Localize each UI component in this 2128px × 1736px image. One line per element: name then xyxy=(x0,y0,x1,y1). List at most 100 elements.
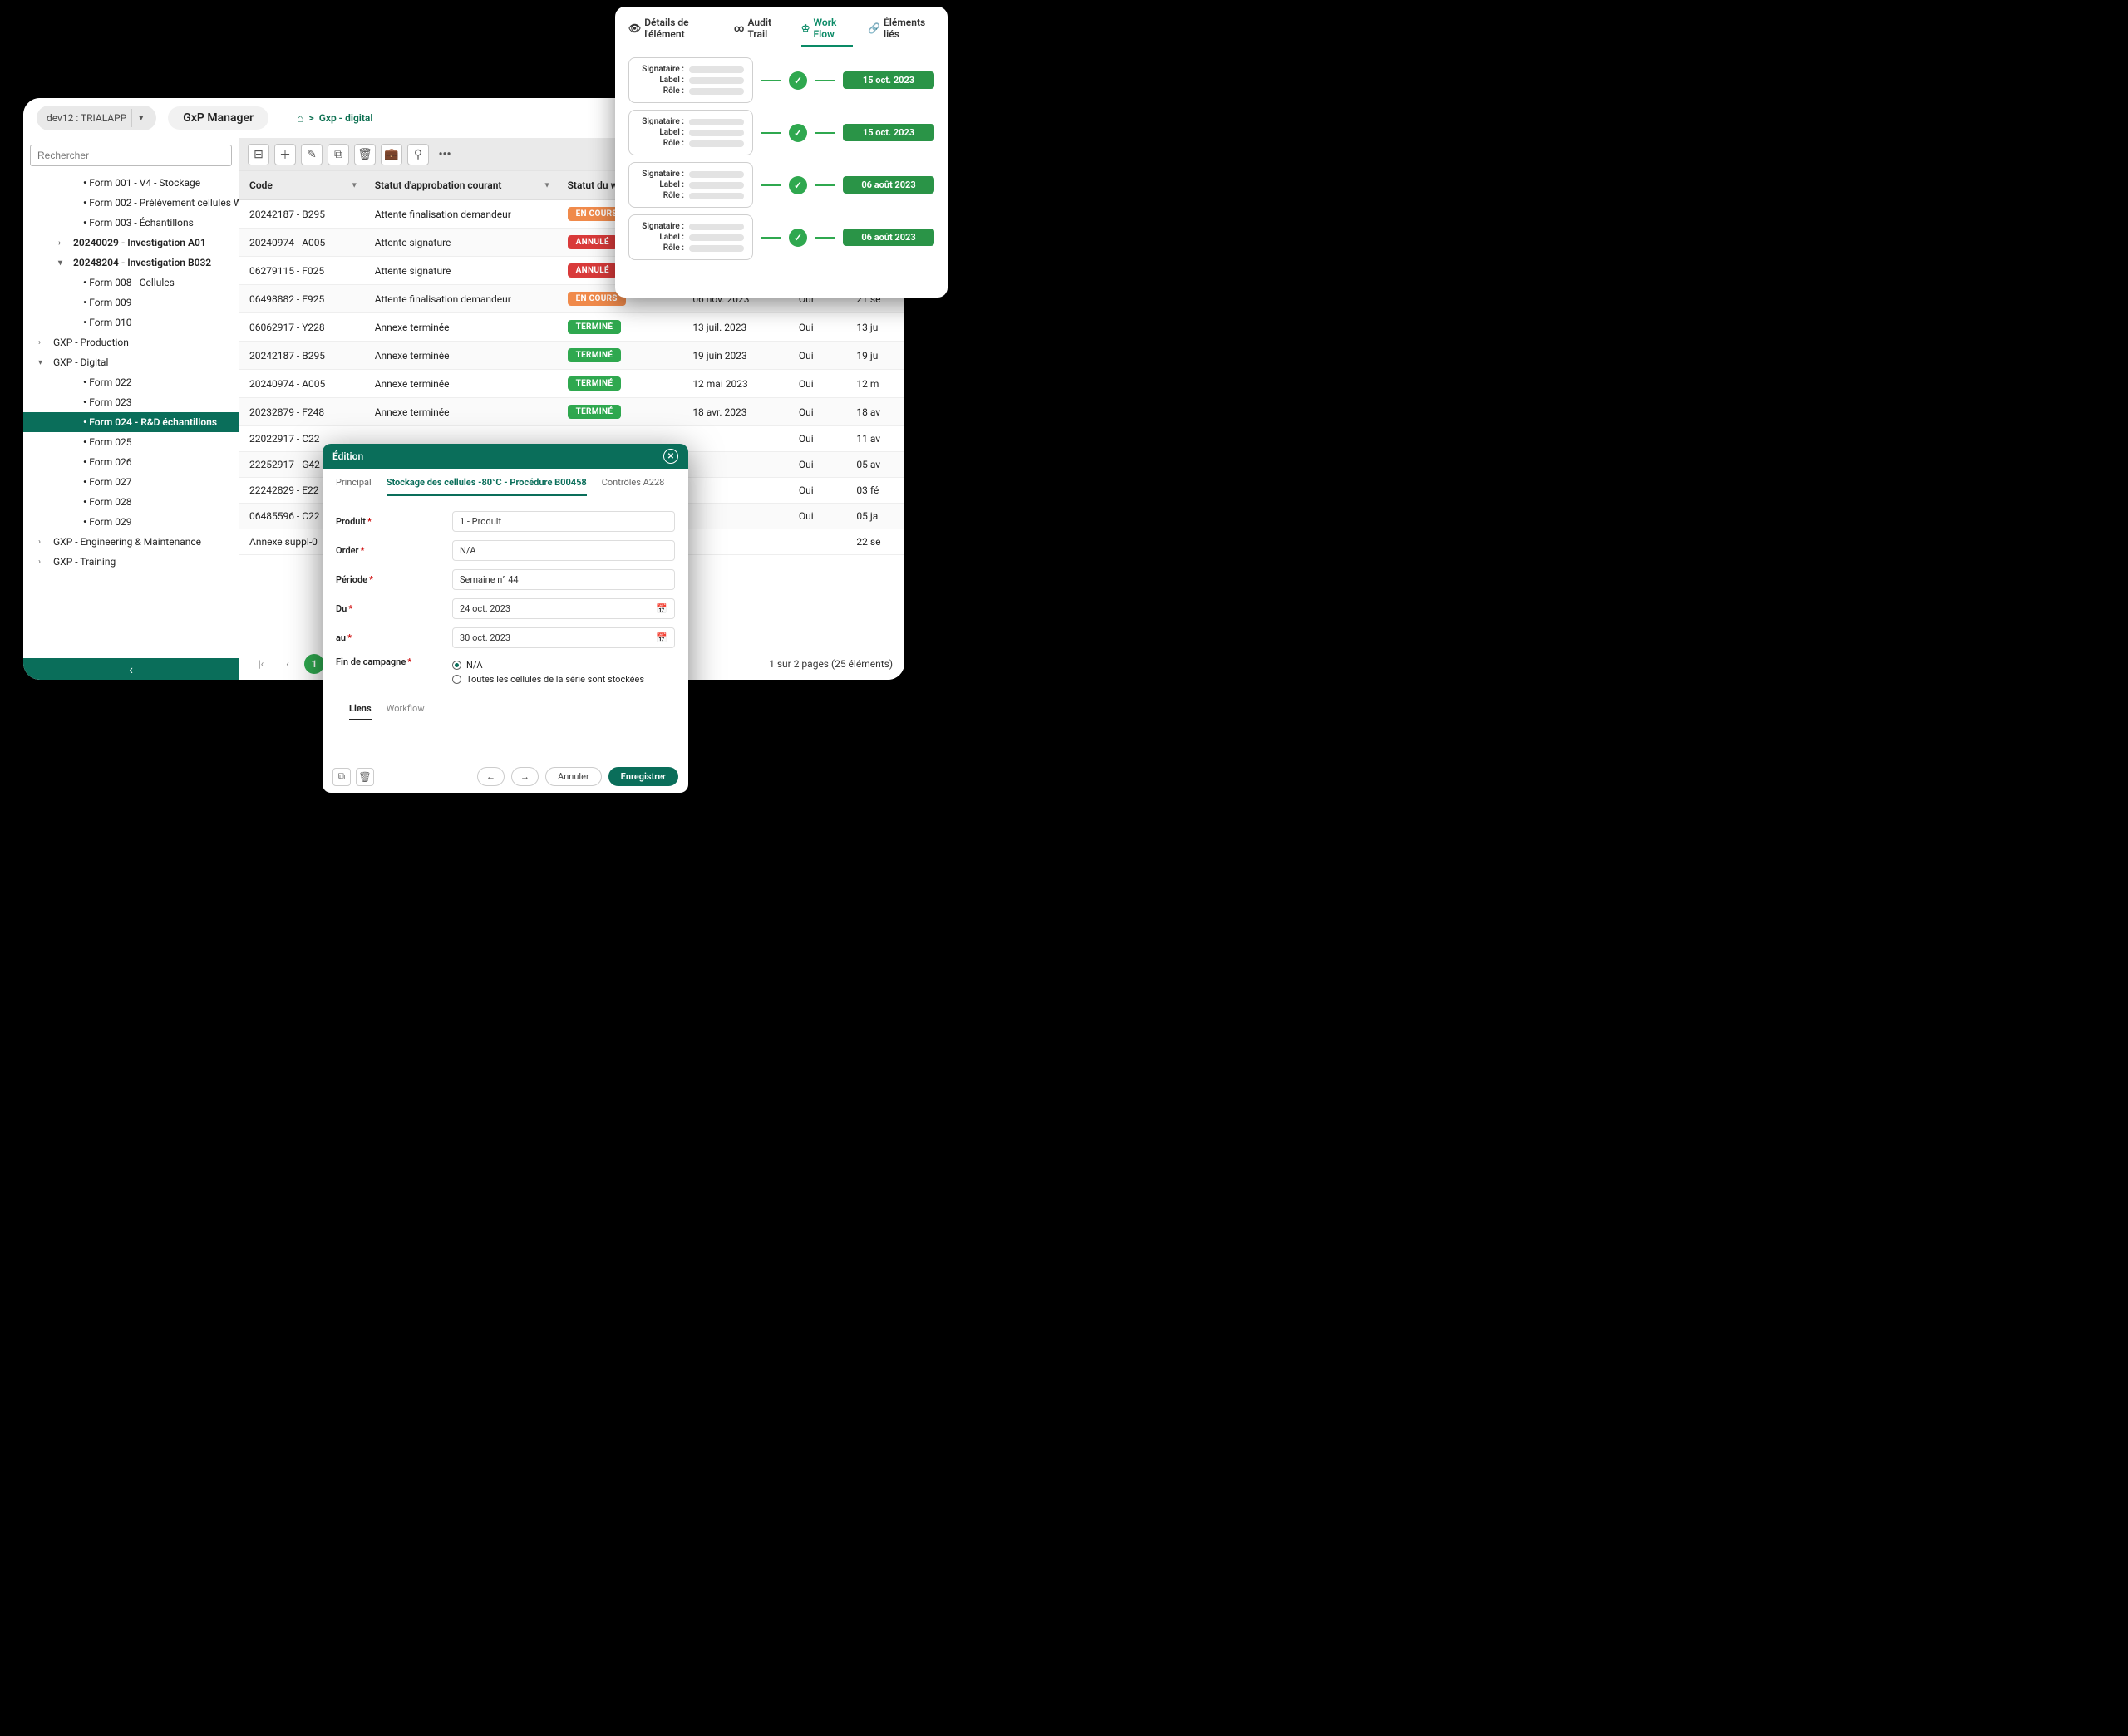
input-order[interactable]: N/A xyxy=(452,540,675,561)
radio-icon xyxy=(452,661,461,670)
cancel-button[interactable]: Annuler xyxy=(545,767,602,786)
filter-icon[interactable]: ▼ xyxy=(351,181,358,190)
sidebar-item[interactable]: Form 002 - Prélèvement cellules W597 xyxy=(23,193,239,213)
sidebar-item[interactable]: ›GXP - Training xyxy=(23,552,239,572)
sidebar-item[interactable]: Form 028 xyxy=(23,492,239,512)
workflow-date: 15 oct. 2023 xyxy=(843,71,934,89)
calendar-icon[interactable]: 📅 xyxy=(656,603,667,614)
sidebar-item[interactable]: Form 026 xyxy=(23,452,239,472)
breadcrumb-path[interactable]: Gxp - digital xyxy=(319,112,373,124)
radio-fin-na[interactable]: N/A xyxy=(452,660,675,671)
toolbar-button[interactable]: ⧉ xyxy=(328,144,349,165)
save-button[interactable]: Enregistrer xyxy=(608,767,678,786)
radio-icon xyxy=(452,675,461,684)
sidebar-item[interactable]: Form 010 xyxy=(23,312,239,332)
sidebar-item[interactable]: Form 023 xyxy=(23,392,239,412)
chevron-down-icon: ▾ xyxy=(131,109,150,127)
th-appro[interactable]: Statut d'approbation courant▼ xyxy=(365,171,558,200)
home-icon[interactable]: ⌂ xyxy=(297,111,303,125)
table-row[interactable]: 20242187 - B295Annexe terminéeTERMINÉ19 … xyxy=(239,342,904,370)
filter-icon[interactable]: ▼ xyxy=(544,181,551,190)
workflow-step: Signataire :Label :Rôle :✓15 oct. 2023 xyxy=(628,110,934,155)
toolbar-button[interactable]: ⊟ xyxy=(248,144,269,165)
chevron-icon: ▾ xyxy=(58,258,70,268)
workflow-card: Signataire :Label :Rôle : xyxy=(628,214,753,260)
env-selector[interactable]: dev12 : TRIALAPP ▾ xyxy=(37,106,156,130)
workflow-card: Signataire :Label :Rôle : xyxy=(628,57,753,103)
toolbar-button[interactable]: 🗑 xyxy=(354,144,376,165)
app-logo: GxP Manager xyxy=(168,106,268,130)
status-badge: TERMINÉ xyxy=(568,348,622,362)
delete-icon[interactable]: 🗑 xyxy=(356,768,374,786)
copy-icon[interactable]: ⧉ xyxy=(332,768,351,786)
prev-button[interactable]: ← xyxy=(477,767,505,786)
tab-links[interactable]: 🔗Éléments liés xyxy=(868,17,934,40)
chevron-icon: › xyxy=(38,538,50,547)
input-du[interactable]: 24 oct. 2023📅 xyxy=(452,598,675,619)
toolbar-button[interactable]: 💼 xyxy=(381,144,402,165)
sidebar-item[interactable]: ▾GXP - Digital xyxy=(23,352,239,372)
toolbar-button[interactable]: ⚲ xyxy=(407,144,429,165)
sidebar-item[interactable]: Form 022 xyxy=(23,372,239,392)
sidebar-item[interactable]: Form 001 - V4 - Stockage xyxy=(23,173,239,193)
modal-tab-controles[interactable]: Contrôles A228 xyxy=(602,477,665,496)
sidebar-item[interactable]: ▾20248204 - Investigation B032 xyxy=(23,253,239,273)
toolbar-button[interactable]: ✎ xyxy=(301,144,323,165)
sidebar: Form 001 - V4 - StockageForm 002 - Prélè… xyxy=(23,138,239,680)
table-row[interactable]: 20240974 - A005Annexe terminéeTERMINÉ12 … xyxy=(239,370,904,398)
flow-icon: ♔ xyxy=(801,22,810,34)
input-produit[interactable]: 1 - Produit xyxy=(452,511,675,532)
calendar-icon[interactable]: 📅 xyxy=(656,632,667,643)
label-order: Order* xyxy=(336,545,452,556)
workflow-date: 06 août 2023 xyxy=(843,176,934,194)
sidebar-item[interactable]: Form 009 xyxy=(23,293,239,312)
subtab-liens[interactable]: Liens xyxy=(349,703,372,720)
sidebar-item[interactable]: Form 029 xyxy=(23,512,239,532)
modal-tab-principal[interactable]: Principal xyxy=(336,477,372,496)
workflow-step: Signataire :Label :Rôle : ✓ 06 août 2023 xyxy=(628,162,934,208)
input-au[interactable]: 30 oct. 2023📅 xyxy=(452,627,675,648)
chevron-icon: › xyxy=(58,239,70,248)
label-du: Du* xyxy=(336,603,452,614)
workflow-step: Signataire :Label :Rôle :✓06 août 2023 xyxy=(628,214,934,260)
next-button[interactable]: → xyxy=(511,767,539,786)
modal-header: Édition ✕ xyxy=(323,444,688,469)
close-icon[interactable]: ✕ xyxy=(663,449,678,464)
tab-details[interactable]: 👁Détails de l'élément xyxy=(628,17,719,40)
table-row[interactable]: 20232879 - F248Annexe terminéeTERMINÉ18 … xyxy=(239,398,904,426)
breadcrumb-sep: > xyxy=(308,112,313,124)
check-icon: ✓ xyxy=(789,229,807,247)
workflow-card: Signataire :Label :Rôle : xyxy=(628,162,753,208)
sidebar-collapse[interactable]: ‹ xyxy=(23,658,239,680)
sidebar-item[interactable]: Form 008 - Cellules xyxy=(23,273,239,293)
sidebar-item[interactable]: ›20240029 - Investigation A01 xyxy=(23,233,239,253)
sidebar-item[interactable]: Form 003 - Échantillons xyxy=(23,213,239,233)
tab-workflow[interactable]: ♔Work Flow xyxy=(801,17,853,47)
chevron-icon: ▾ xyxy=(38,358,50,367)
modal-tab-stockage[interactable]: Stockage des cellules -80°C - Procédure … xyxy=(387,477,587,496)
pager-current[interactable]: 1 xyxy=(304,654,324,674)
sidebar-item[interactable]: Form 025 xyxy=(23,432,239,452)
breadcrumb: ⌂ > Gxp - digital xyxy=(297,111,372,125)
check-icon: ✓ xyxy=(789,176,807,194)
toolbar-button[interactable]: ＋ xyxy=(274,144,296,165)
edition-modal: Édition ✕ Principal Stockage des cellule… xyxy=(323,444,688,793)
label-au: au* xyxy=(336,632,452,643)
tree: Form 001 - V4 - StockageForm 002 - Prélè… xyxy=(23,173,239,658)
sidebar-item[interactable]: ›GXP - Production xyxy=(23,332,239,352)
radio-fin-stockees[interactable]: Toutes les cellules de la série sont sto… xyxy=(452,674,675,685)
toolbar-button[interactable]: ••• xyxy=(434,144,456,165)
sidebar-item[interactable]: Form 024 - R&D échantillons xyxy=(23,412,239,432)
sidebar-item[interactable]: ›GXP - Engineering & Maintenance xyxy=(23,532,239,552)
workflow-card: Signataire :Label :Rôle : xyxy=(628,110,753,155)
th-code[interactable]: Code▼ xyxy=(239,171,365,200)
table-row[interactable]: 06062917 - Y228Annexe terminéeTERMINÉ13 … xyxy=(239,313,904,342)
sidebar-item[interactable]: Form 027 xyxy=(23,472,239,492)
pager-prev[interactable]: ‹ xyxy=(278,654,298,674)
workflow-step: Signataire :Label :Rôle :✓15 oct. 2023 xyxy=(628,57,934,103)
input-periode[interactable]: Semaine n° 44 xyxy=(452,569,675,590)
subtab-workflow[interactable]: Workflow xyxy=(387,703,425,720)
pager-first[interactable]: |‹ xyxy=(251,654,271,674)
tab-audit[interactable]: ∞Audit Trail xyxy=(734,17,786,40)
search-input[interactable] xyxy=(30,145,232,166)
